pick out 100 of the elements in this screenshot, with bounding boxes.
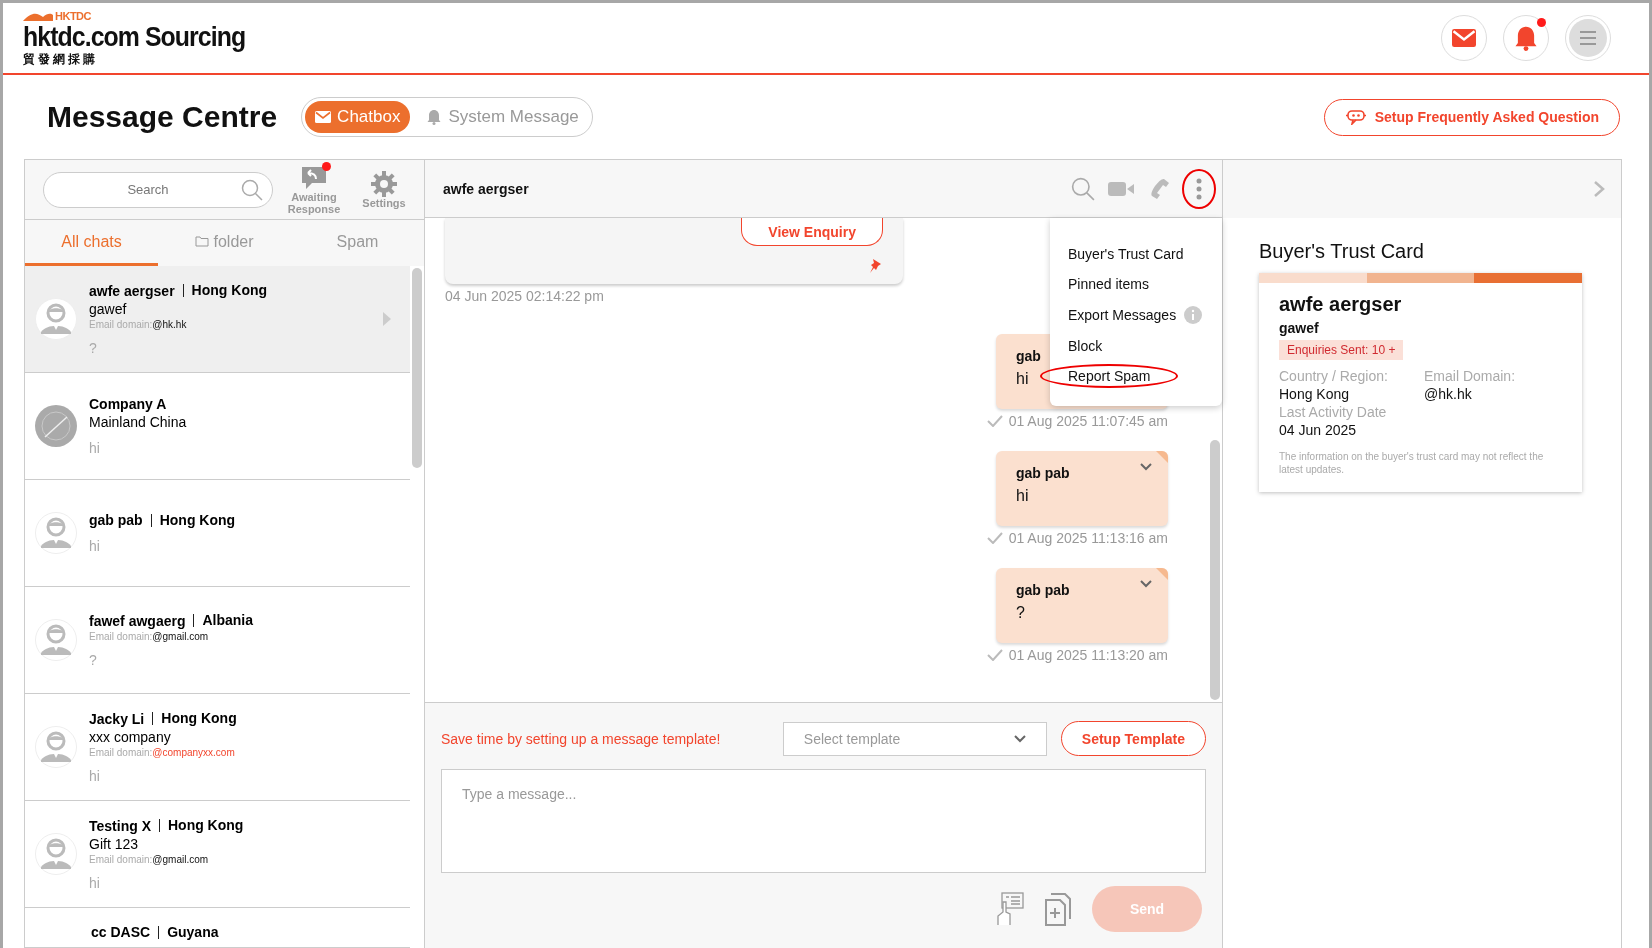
field-value: 04 Jun 2025	[1279, 422, 1358, 438]
more-button[interactable]	[1182, 168, 1216, 209]
contact-region: Albania	[193, 614, 254, 627]
message-text: ?	[1016, 604, 1025, 622]
menu-item[interactable]: Report Spam	[1040, 364, 1179, 388]
settings-button[interactable]: Settings	[355, 170, 413, 209]
contact-company: xxx company	[89, 728, 171, 745]
contact-name: cc DASC	[91, 924, 151, 940]
site-name-chinese: 貿發網採購	[23, 52, 99, 66]
check-icon	[986, 649, 1003, 661]
mail-button[interactable]	[1441, 15, 1487, 61]
message-input[interactable]: Type a message...	[441, 769, 1206, 873]
hktdc-logo[interactable]: HKTDC	[23, 10, 265, 22]
caret-down-icon[interactable]	[1140, 463, 1152, 471]
check-icon	[986, 415, 1003, 427]
email-domain: Email domain:@gmail.com	[89, 853, 209, 865]
chatbot-icon	[1344, 109, 1367, 125]
message-time: 01 Aug 2025 11:13:20 am	[1008, 647, 1168, 663]
caret-down-icon[interactable]	[1013, 734, 1026, 743]
last-message: hi	[89, 874, 100, 891]
last-message: ?	[89, 339, 97, 356]
setup-template-button[interactable]: Setup Template	[1060, 721, 1206, 756]
message-text: hi	[1016, 370, 1029, 388]
card-hand-icon[interactable]	[996, 892, 1024, 926]
menu-item[interactable]: Block	[1040, 334, 1131, 358]
folder-icon	[195, 236, 210, 247]
page-title: Message Centre	[47, 100, 278, 134]
field-label: Last Activity Date	[1279, 404, 1388, 420]
more-icon	[1196, 177, 1202, 200]
menu-icon	[1568, 18, 1608, 58]
contact-region: Hong Kong	[158, 819, 244, 832]
contact-region: Hong Kong	[152, 712, 237, 725]
contact-company: Mainland China	[89, 414, 187, 430]
chat-filter-tab[interactable]: folder	[158, 220, 291, 266]
contact-name: Testing X	[89, 817, 151, 834]
panel-title: Buyer's Trust Card	[1259, 240, 1425, 263]
message-text: hi	[1016, 487, 1029, 505]
message-time: 01 Aug 2025 11:13:16 am	[1008, 530, 1168, 546]
sender-name: gab	[1016, 348, 1041, 364]
email-domain: Email domain:@companyxx.com	[89, 746, 235, 758]
view-enquiry-button[interactable]: View Enquiry	[741, 218, 883, 246]
caret-down-icon[interactable]	[1140, 580, 1152, 588]
scrollbar-thumb[interactable]	[1210, 440, 1220, 700]
template-select[interactable]: Select template	[782, 721, 1047, 756]
buyer-company: gawef	[1279, 320, 1320, 336]
sender-name: gab pab	[1016, 582, 1070, 598]
last-message: hi	[89, 538, 100, 554]
template-hint: Save time by setting up a message template!	[441, 730, 722, 747]
chevron-right-icon[interactable]	[1593, 180, 1605, 198]
caret-right-icon[interactable]	[382, 311, 392, 327]
contact-name: fawef awgaerg	[89, 612, 186, 629]
field-label: Country / Region:	[1279, 368, 1389, 384]
contact-name: gab pab	[89, 512, 143, 528]
scrollbar-thumb[interactable]	[412, 268, 422, 468]
corner-fold-icon	[1156, 568, 1168, 580]
search-field[interactable]: Search	[43, 171, 273, 208]
search-icon	[241, 178, 263, 201]
faq-setup-button[interactable]: Setup Frequently Asked Question	[1323, 98, 1620, 136]
contact-region: Hong Kong	[182, 284, 268, 297]
menu-item[interactable]: Buyer's Trust Card	[1040, 242, 1212, 266]
site-name: hktdc.com Sourcing	[23, 22, 246, 52]
chat-list-item[interactable]: awfe aergser Hong Kong gawef Email domain:@hk.hk ?	[25, 266, 410, 373]
message-time: 01 Aug 2025 11:07:45 am	[1008, 413, 1168, 429]
last-message: ?	[89, 651, 97, 668]
contact-region: Guyana	[158, 925, 219, 939]
menu-item[interactable]: Export Messages	[1040, 302, 1231, 328]
contact-name: Company A	[89, 396, 167, 412]
last-message: hi	[89, 440, 100, 456]
bell-icon	[1513, 25, 1539, 51]
menu-item[interactable]: Pinned items	[1040, 272, 1177, 296]
bell-button[interactable]	[1503, 15, 1549, 61]
video-camera-icon	[1108, 180, 1134, 197]
add-document-icon[interactable]	[1044, 892, 1072, 926]
mail-icon	[315, 111, 332, 123]
mode-tab[interactable]: System Message	[416, 101, 589, 133]
avatar-icon	[35, 726, 77, 768]
mode-tab[interactable]: Chatbox	[305, 101, 411, 133]
buyer-name: awfe aergser	[1279, 293, 1403, 316]
awaiting-response-button[interactable]: Awaiting Response	[285, 164, 343, 215]
avatar-icon	[35, 298, 77, 340]
contact-region: Hong Kong	[150, 513, 236, 527]
avatar-icon	[35, 512, 77, 554]
disclaimer-text: The information on the buyer's trust card may not reflect the latest updates.	[1279, 450, 1545, 476]
reply-bubble-icon	[300, 164, 328, 191]
mail-icon	[1452, 29, 1476, 47]
field-value: @hk.hk	[1424, 386, 1473, 402]
info-icon	[1184, 306, 1203, 324]
settings-icon	[371, 170, 397, 197]
last-message: hi	[89, 767, 100, 784]
avatar-icon	[35, 619, 77, 661]
email-domain: Email domain:@hk.hk	[89, 318, 187, 330]
contact-name: Jacky Li	[89, 710, 145, 727]
bell-icon	[426, 109, 443, 125]
enquiries-tag: Enquiries Sent: 10 +	[1279, 340, 1404, 360]
chat-filter-tab[interactable]: Spam	[291, 220, 424, 266]
avatar-icon	[35, 833, 77, 875]
menu-button[interactable]	[1565, 15, 1611, 61]
contact-company: Gift 123	[89, 835, 139, 852]
contact-company: gawef	[89, 300, 127, 317]
search-icon	[1071, 176, 1095, 201]
